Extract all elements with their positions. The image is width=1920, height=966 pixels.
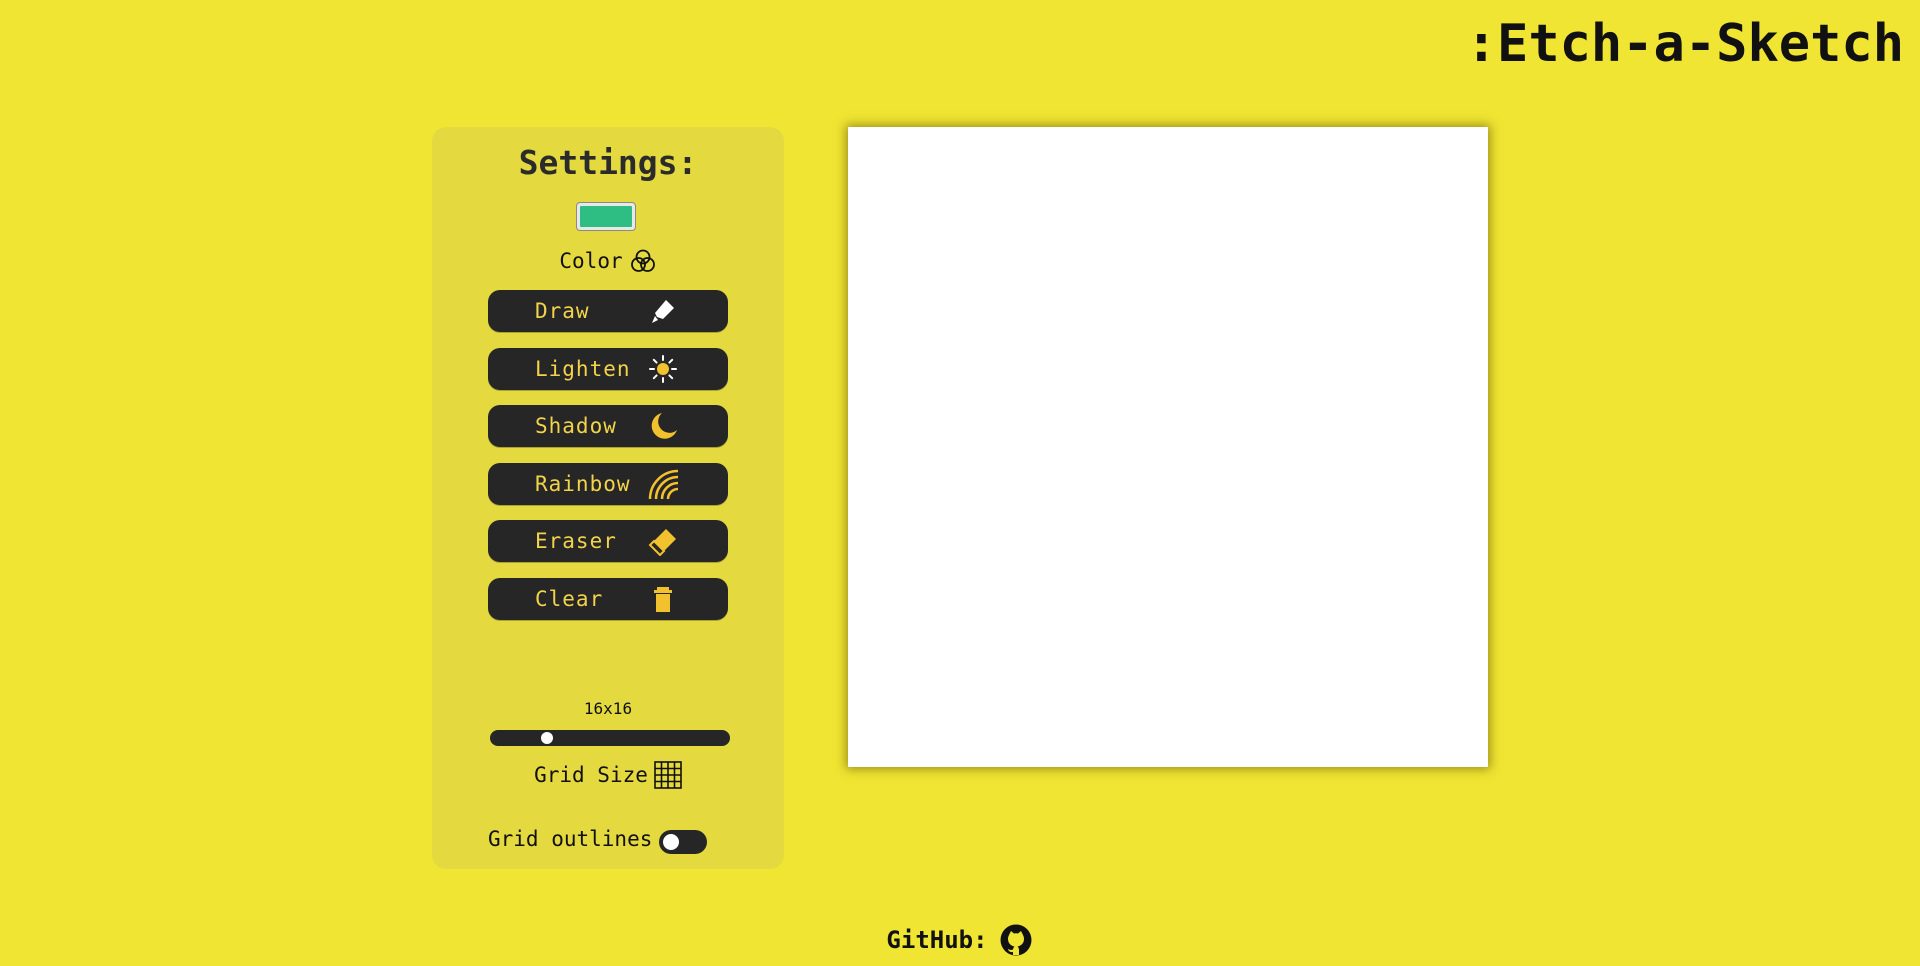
settings-title: Settings: <box>518 143 698 182</box>
settings-panel: Settings: Color Draw Lighten Shadow Rain… <box>432 127 784 869</box>
sketch-canvas[interactable] <box>848 127 1488 767</box>
rainbow-icon <box>648 469 678 499</box>
trash-icon <box>654 587 672 612</box>
color-circles-icon <box>630 249 655 272</box>
grid-size-slider[interactable] <box>490 730 730 746</box>
clear-button[interactable]: Clear <box>488 578 728 620</box>
eraser-button-label: Eraser <box>535 529 617 553</box>
color-swatch <box>580 206 632 227</box>
eraser-icon <box>648 529 676 556</box>
color-label: Color <box>559 249 623 273</box>
eraser-button[interactable]: Eraser <box>488 520 728 562</box>
github-icon[interactable] <box>1000 924 1032 956</box>
app-title: :Etch-a-Sketch <box>1465 14 1904 74</box>
grid-size-value: 16x16 <box>583 699 633 718</box>
draw-button-label: Draw <box>535 299 590 323</box>
grid-size-label-row: Grid Size <box>432 761 784 789</box>
sun-icon <box>649 355 677 383</box>
grid-size-slider-thumb[interactable] <box>541 732 554 744</box>
footer: GitHub: <box>0 924 1919 956</box>
color-label-row: Color <box>432 247 784 275</box>
grid-outlines-toggle[interactable] <box>659 830 707 854</box>
rainbow-button-label: Rainbow <box>535 472 631 496</box>
draw-button[interactable]: Draw <box>488 290 728 332</box>
github-label: GitHub: <box>886 926 988 954</box>
moon-icon <box>651 413 677 439</box>
grid-icon <box>654 761 682 789</box>
grid-size-label: Grid Size <box>534 763 648 787</box>
rainbow-button[interactable]: Rainbow <box>488 463 728 505</box>
shadow-button[interactable]: Shadow <box>488 405 728 447</box>
grid-outlines-label: Grid outlines <box>488 827 653 851</box>
lighten-button-label: Lighten <box>535 357 631 381</box>
color-picker[interactable] <box>576 202 636 231</box>
lighten-button[interactable]: Lighten <box>488 348 728 390</box>
clear-button-label: Clear <box>535 587 604 611</box>
shadow-button-label: Shadow <box>535 414 617 438</box>
grid-outlines-toggle-knob <box>663 834 679 850</box>
pen-icon <box>652 300 674 323</box>
